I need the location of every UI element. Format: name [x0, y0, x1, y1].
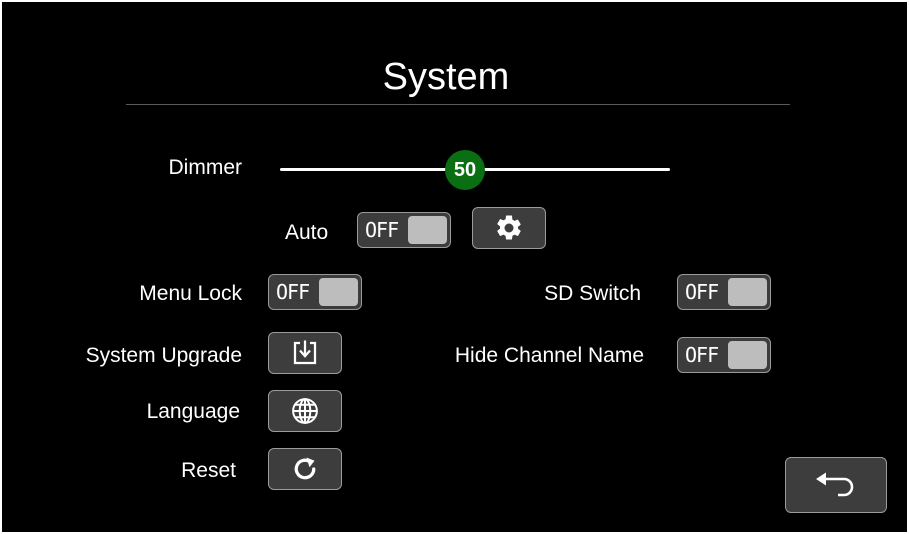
title-divider: [126, 104, 790, 105]
language-label: Language: [146, 400, 240, 423]
system-screen: System Dimmer 50 Auto OFF Menu Lock OFF …: [2, 2, 907, 532]
back-button[interactable]: [785, 457, 887, 513]
menu-lock-label: Menu Lock: [139, 282, 242, 305]
sd-switch-toggle[interactable]: OFF: [677, 274, 771, 310]
dimmer-slider-knob[interactable]: 50: [445, 150, 485, 190]
system-upgrade-button[interactable]: [268, 332, 342, 374]
menu-lock-toggle-thumb: [319, 278, 358, 306]
system-upgrade-label: System Upgrade: [85, 344, 242, 367]
auto-label: Auto: [285, 221, 329, 244]
hide-channel-name-label: Hide Channel Name: [454, 344, 644, 367]
language-button[interactable]: [268, 390, 342, 432]
menu-lock-toggle-text: OFF: [276, 280, 310, 304]
hide-channel-name-toggle-text: OFF: [685, 343, 719, 367]
auto-settings-button[interactable]: [472, 207, 546, 249]
page-title: System: [382, 56, 510, 98]
hide-channel-name-toggle-thumb: [728, 341, 767, 369]
sd-switch-toggle-thumb: [728, 278, 767, 306]
auto-toggle[interactable]: OFF: [357, 212, 451, 248]
reset-label: Reset: [181, 459, 236, 482]
sd-switch-toggle-text: OFF: [685, 280, 719, 304]
gear-icon: [497, 215, 521, 240]
auto-toggle-text: OFF: [365, 218, 399, 242]
back-arrow-icon: [816, 472, 854, 497]
dimmer-label: Dimmer: [168, 156, 243, 179]
menu-lock-toggle[interactable]: OFF: [268, 274, 362, 310]
download-icon: [293, 340, 317, 365]
refresh-icon: [294, 457, 316, 480]
globe-icon: [292, 398, 318, 424]
auto-toggle-thumb: [408, 216, 447, 244]
sd-switch-label: SD Switch: [544, 282, 641, 305]
hide-channel-name-toggle[interactable]: OFF: [677, 337, 771, 373]
reset-button[interactable]: [268, 448, 342, 490]
